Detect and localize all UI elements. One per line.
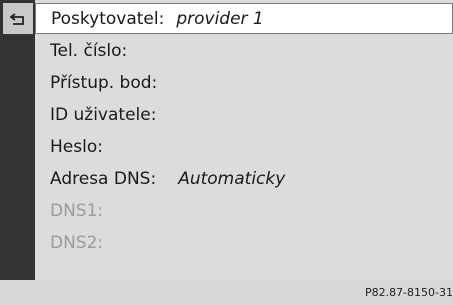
settings-screen: Poskytovatel: provider 1 Tel. číslo: Pří…: [0, 0, 453, 280]
access-point-row[interactable]: Přístup. bod:: [35, 67, 453, 98]
figure-code: P82.87-8150-31: [364, 286, 453, 299]
left-sidebar: [0, 0, 35, 280]
provider-label: Poskytovatel:: [51, 8, 165, 29]
dns-address-value: Automaticky: [178, 168, 286, 189]
password-label: Heslo:: [50, 136, 103, 157]
dns1-row: DNS1:: [35, 195, 453, 226]
dns-address-row[interactable]: Adresa DNS: Automaticky: [35, 163, 453, 194]
password-row[interactable]: Heslo:: [35, 131, 453, 162]
dns1-label: DNS1:: [50, 200, 104, 221]
user-id-label: ID uživatele:: [50, 104, 157, 125]
back-button[interactable]: [3, 3, 33, 34]
dns2-row: DNS2:: [35, 227, 453, 258]
back-arrow-icon: [10, 12, 24, 25]
dns2-label: DNS2:: [50, 232, 104, 253]
phone-number-row[interactable]: Tel. číslo:: [35, 35, 453, 66]
provider-row[interactable]: Poskytovatel: provider 1: [35, 3, 453, 34]
access-point-label: Přístup. bod:: [50, 72, 158, 93]
phone-number-label: Tel. číslo:: [50, 40, 128, 61]
dns-address-label: Adresa DNS:: [50, 168, 157, 189]
user-id-row[interactable]: ID uživatele:: [35, 99, 453, 130]
settings-list: Poskytovatel: provider 1 Tel. číslo: Pří…: [35, 0, 453, 280]
provider-value: provider 1: [176, 8, 264, 29]
